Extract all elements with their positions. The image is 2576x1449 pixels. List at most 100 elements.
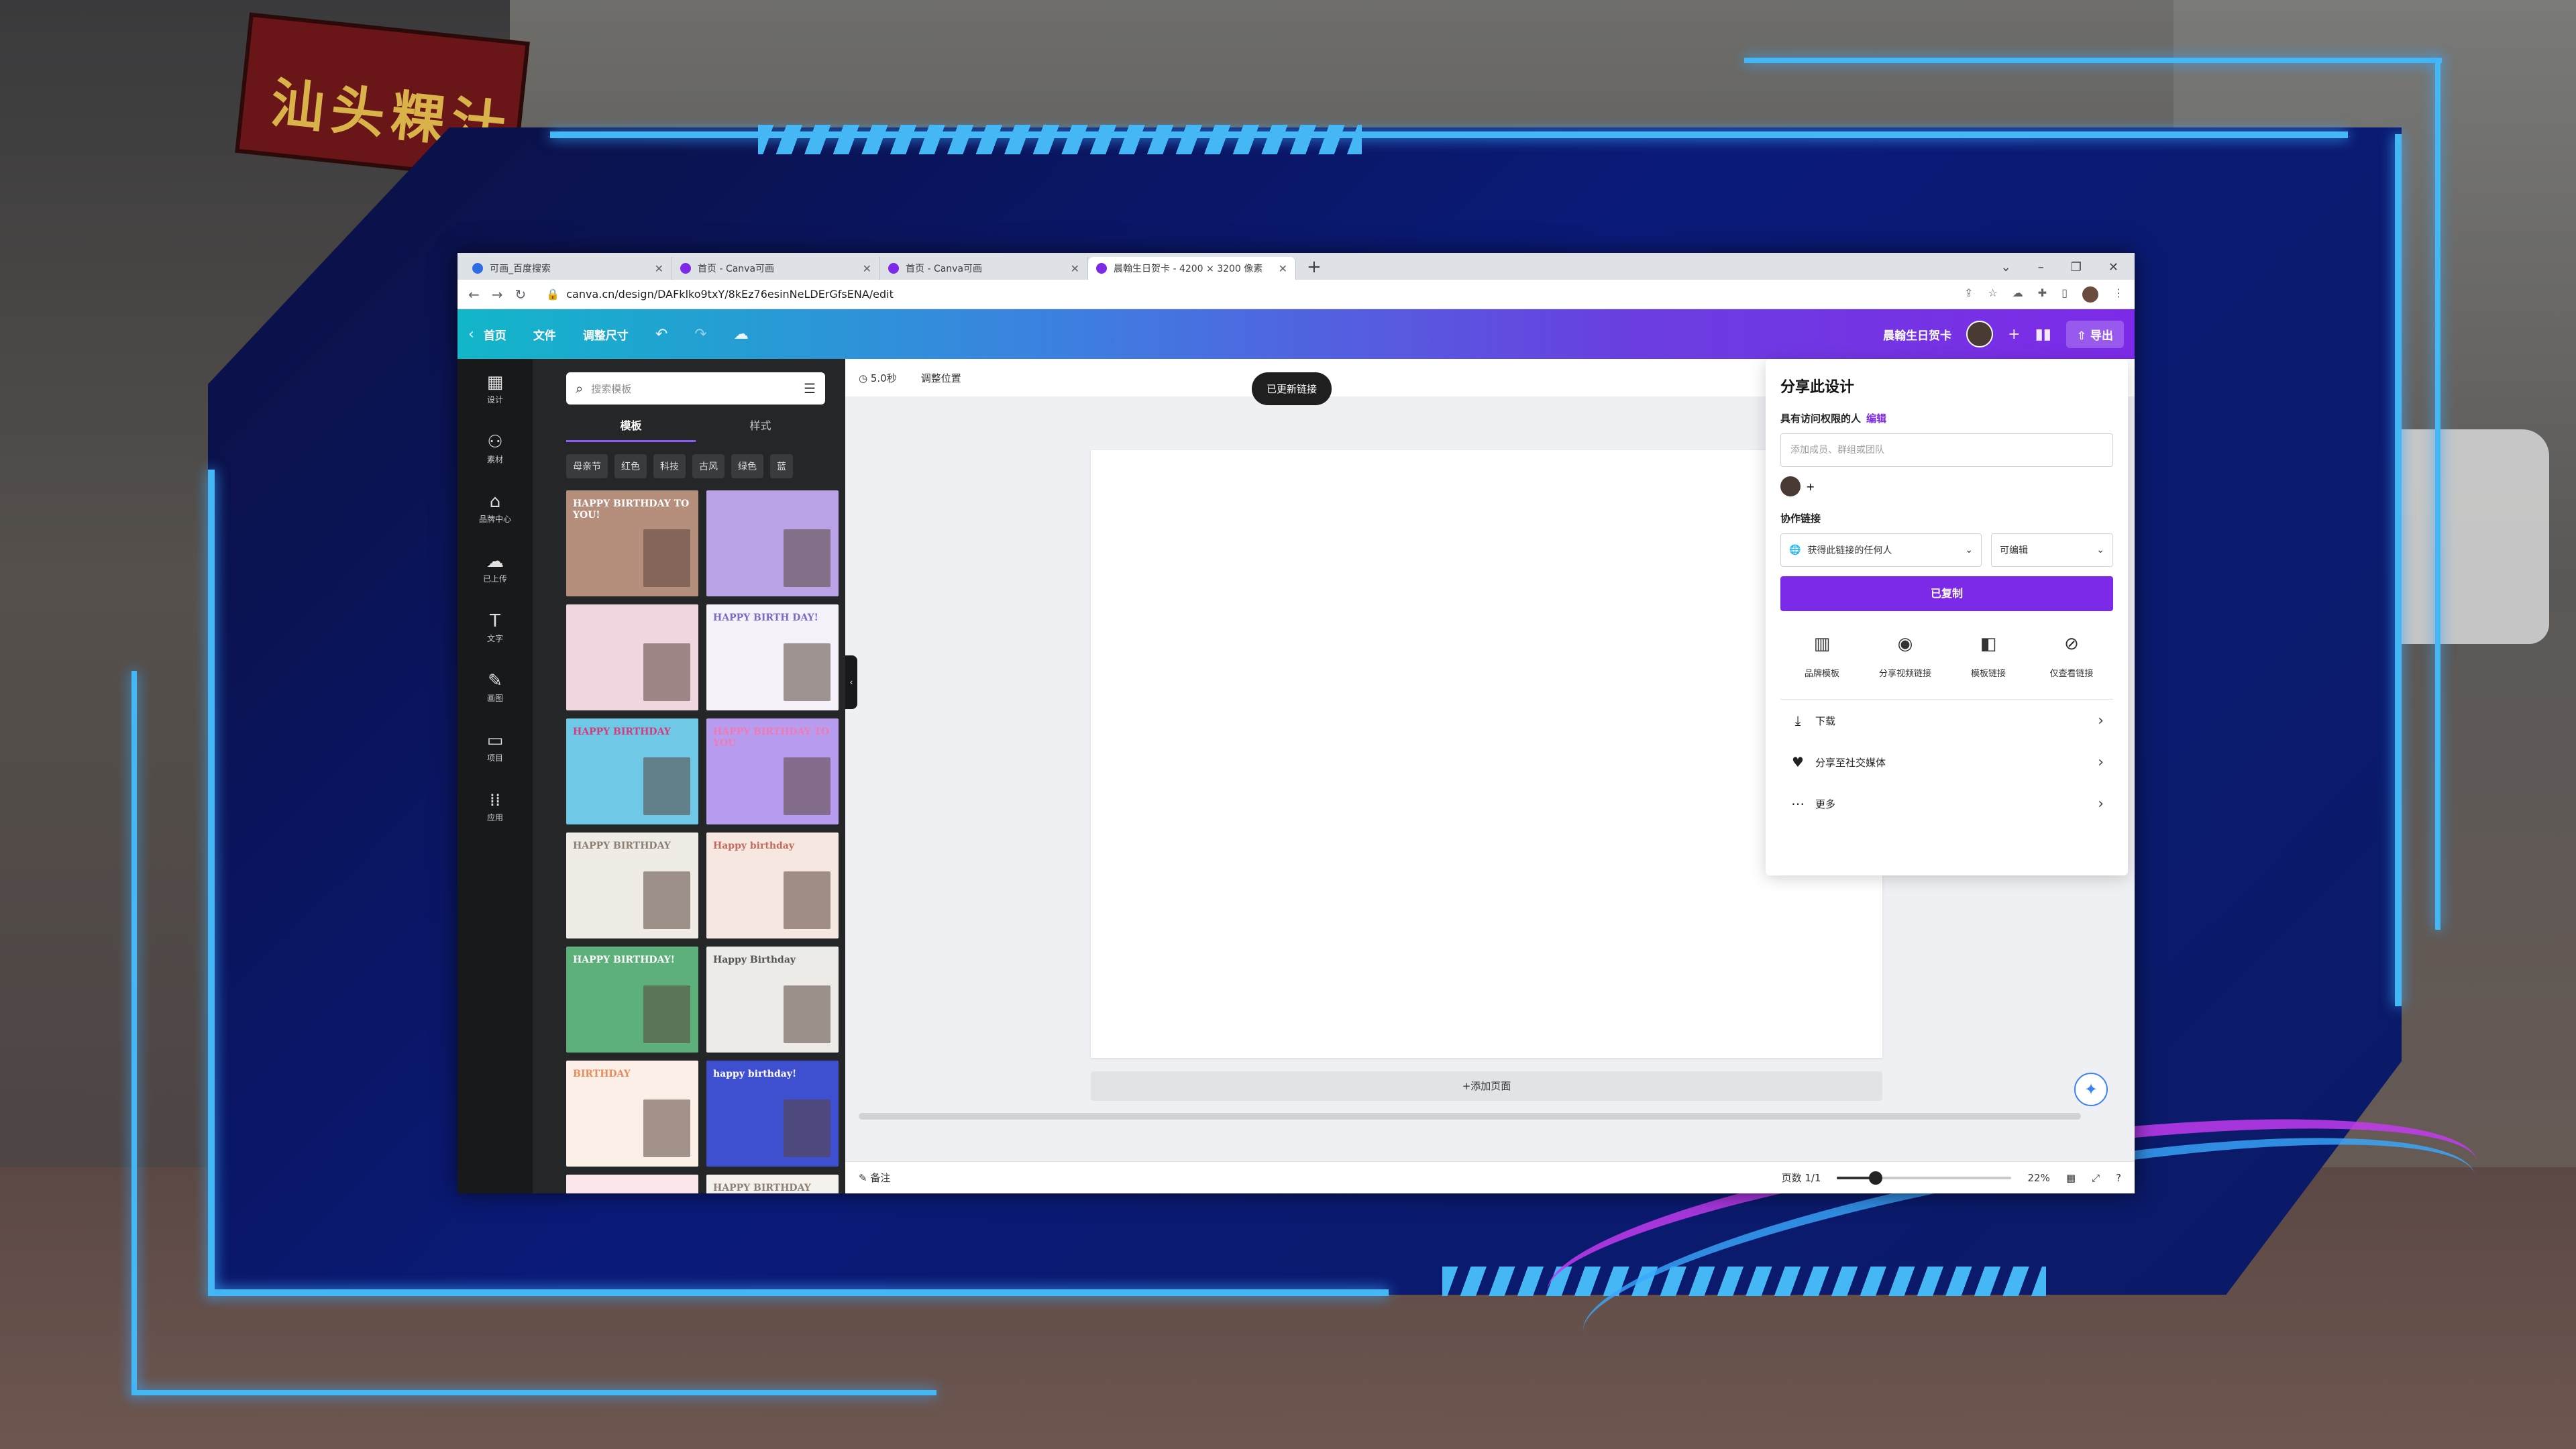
help-icon[interactable]: ? — [2116, 1172, 2121, 1184]
share-icon[interactable]: ⇪ — [1964, 286, 1973, 303]
horizontal-scrollbar[interactable] — [859, 1113, 2081, 1120]
template-card[interactable] — [566, 604, 698, 710]
template-card[interactable] — [706, 490, 839, 596]
tab-styles[interactable]: 样式 — [696, 413, 825, 442]
back-icon[interactable]: ← — [468, 286, 480, 303]
document-title[interactable]: 晨翰生日贺卡 — [1883, 326, 1951, 343]
template-card[interactable]: HAPPY BIRTHDAY! — [566, 947, 698, 1053]
url-text: canva.cn/design/DAFklko9txY/8kEz76esinNe… — [566, 288, 894, 301]
page-counter[interactable]: 页数 1/1 — [1782, 1171, 1821, 1185]
home-link[interactable]: 首页 — [484, 326, 506, 343]
star-icon[interactable]: ☆ — [1988, 286, 1997, 303]
close-icon[interactable]: ✕ — [863, 262, 871, 275]
add-page-button[interactable]: +添加页面 — [1091, 1071, 1882, 1101]
template-card[interactable] — [566, 1175, 698, 1193]
close-icon[interactable]: ✕ — [655, 262, 663, 275]
sidebar-icon[interactable]: ▯ — [2061, 286, 2068, 303]
magic-assistant-icon[interactable]: ✦ — [2074, 1073, 2108, 1106]
template-card-title: happy birthday! — [713, 1069, 797, 1079]
browser-tab[interactable]: 首页 - Canva可画 ✕ — [880, 257, 1088, 280]
extension-icon[interactable]: ☁ — [2012, 286, 2023, 303]
address-bar: ← → ↻ 🔒 canva.cn/design/DAFklko9txY/8kEz… — [458, 280, 2135, 309]
copy-link-button[interactable]: 已复制 — [1780, 576, 2113, 611]
add-person-icon[interactable]: + — [1806, 480, 1815, 493]
zoom-slider-handle[interactable] — [1868, 1171, 1882, 1185]
share-option-2[interactable]: ◧ 模板链接 — [1947, 634, 2030, 679]
template-card[interactable]: Happy birthday — [706, 833, 839, 938]
template-card[interactable]: happy birthday! — [706, 1061, 839, 1167]
keyword-chip[interactable]: 绿色 — [731, 454, 763, 478]
undo-icon[interactable]: ↶ — [655, 326, 667, 343]
access-label-text: 具有访问权限的人 — [1780, 413, 1862, 425]
forward-icon[interactable]: → — [492, 286, 503, 303]
position-button[interactable]: 调整位置 — [921, 371, 961, 385]
keyword-chip[interactable]: 古风 — [692, 454, 724, 478]
collapse-panel-button[interactable]: ‹ — [845, 655, 857, 709]
edit-access-link[interactable]: 编辑 — [1866, 413, 1886, 425]
template-card[interactable]: Happy Birthday — [706, 947, 839, 1053]
url-field[interactable]: 🔒 canva.cn/design/DAFklko9txY/8kEz76esin… — [538, 284, 1952, 305]
design-page[interactable] — [1091, 450, 1882, 1058]
rail-item-5[interactable]: ✎ 画图 — [487, 672, 503, 704]
rail-item-7[interactable]: ⁞⁞ 应用 — [487, 792, 503, 823]
chevron-left-icon[interactable]: ‹ — [468, 326, 474, 343]
rail-item-2[interactable]: ⌂ 品牌中心 — [479, 493, 511, 525]
restore-icon[interactable]: ❐ — [2071, 260, 2082, 274]
user-avatar[interactable] — [1966, 321, 1994, 347]
grid-view-icon[interactable]: ▦ — [2066, 1172, 2076, 1184]
rail-item-1[interactable]: ⚇ 素材 — [487, 433, 503, 465]
close-icon[interactable]: ✕ — [1279, 262, 1287, 275]
kebab-menu-icon[interactable]: ⋮ — [2113, 286, 2124, 303]
share-row-1[interactable]: ♥ 分享至社交媒体 › — [1780, 741, 2113, 783]
keyword-chip[interactable]: 母亲节 — [566, 454, 608, 478]
browser-tab[interactable]: 可画_百度搜索 ✕ — [464, 257, 672, 280]
browser-tab-active[interactable]: 晨翰生日贺卡 - 4200 × 3200 像素 ✕ — [1088, 257, 1296, 280]
keyword-chip[interactable]: 红色 — [614, 454, 647, 478]
rail-item-4[interactable]: T 文字 — [487, 612, 503, 644]
new-tab-button[interactable]: + — [1296, 257, 1332, 280]
template-card[interactable]: BIRTHDAY — [566, 1061, 698, 1167]
tab-search-icon[interactable]: ⌄ — [2001, 260, 2011, 274]
reload-icon[interactable]: ↻ — [515, 286, 527, 303]
close-window-icon[interactable]: ✕ — [2108, 260, 2118, 274]
notes-button[interactable]: ✎ 备注 — [859, 1171, 890, 1185]
keyword-chip[interactable]: 科技 — [653, 454, 686, 478]
minimize-icon[interactable]: – — [2038, 260, 2044, 274]
template-card[interactable]: HAPPY BIRTHDAY TO YOU — [706, 718, 839, 824]
insights-icon[interactable]: ▮▮ — [2035, 326, 2051, 343]
share-option-3[interactable]: ⊘ 仅查看链接 — [2030, 634, 2113, 679]
link-permission-select[interactable]: 可编辑 ⌄ — [1991, 533, 2113, 567]
keyword-chip[interactable]: 蓝 — [770, 454, 793, 478]
zoom-slider[interactable] — [1837, 1171, 2012, 1185]
file-menu[interactable]: 文件 — [533, 326, 556, 343]
template-card[interactable]: HAPPY BIRTHDAY — [706, 1175, 839, 1193]
close-icon[interactable]: ✕ — [1071, 262, 1079, 275]
template-search-input[interactable]: ⌕ 搜索模板 ☰ — [566, 372, 825, 405]
cloud-save-icon[interactable]: ☁ — [734, 326, 749, 343]
zoom-level[interactable]: 22% — [2027, 1172, 2049, 1184]
resize-menu[interactable]: 调整尺寸 — [583, 326, 629, 343]
redo-icon[interactable]: ↷ — [694, 326, 706, 343]
tab-templates[interactable]: 模板 — [566, 413, 696, 442]
profile-avatar[interactable] — [2082, 286, 2098, 303]
browser-tab[interactable]: 首页 - Canva可画 ✕ — [672, 257, 880, 280]
share-row-0[interactable]: ⤓ 下载 › — [1780, 700, 2113, 741]
template-card[interactable]: HAPPY BIRTHDAY TO YOU! — [566, 490, 698, 596]
rail-item-6[interactable]: ▭ 项目 — [487, 732, 504, 763]
export-button[interactable]: ⇧ 导出 — [2065, 320, 2124, 348]
add-collaborator-icon[interactable]: + — [2008, 326, 2020, 343]
filter-icon[interactable]: ☰ — [804, 380, 816, 396]
template-card[interactable]: HAPPY BIRTHDAY — [566, 718, 698, 824]
rail-item-0[interactable]: ▦ 设计 — [487, 374, 504, 405]
template-card[interactable]: HAPPY BIRTHDAY — [566, 833, 698, 938]
share-row-2[interactable]: ⋯ 更多 › — [1780, 783, 2113, 824]
template-card[interactable]: HAPPY BIRTH DAY! — [706, 604, 839, 710]
rail-item-3[interactable]: ☁ 已上传 — [483, 553, 507, 584]
timer-button[interactable]: ◷ 5.0秒 — [859, 371, 897, 385]
invite-input[interactable]: 添加成员、群组或团队 — [1780, 433, 2113, 467]
fullscreen-icon[interactable]: ⤢ — [2092, 1172, 2100, 1184]
puzzle-icon[interactable]: ✚ — [2038, 286, 2047, 303]
link-scope-select[interactable]: 🌐 获得此链接的任何人 ⌄ — [1780, 533, 1982, 567]
share-option-1[interactable]: ◉ 分享视频链接 — [1864, 634, 1947, 679]
share-option-0[interactable]: ▥ 品牌模板 — [1780, 634, 1864, 679]
